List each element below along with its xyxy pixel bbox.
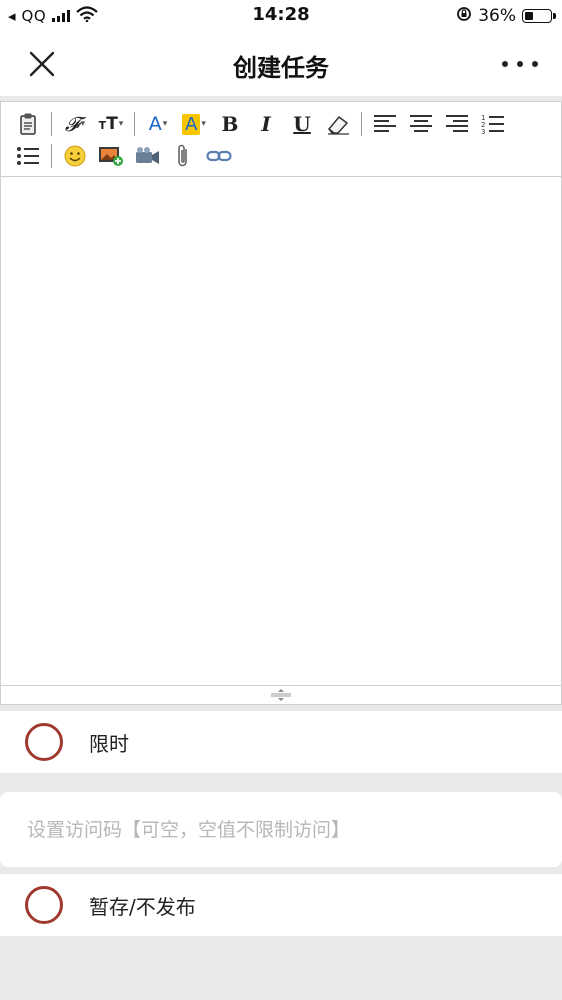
dropdown-caret-icon: ▾	[201, 119, 206, 129]
svg-text:3: 3	[481, 128, 485, 135]
time-limit-radio[interactable]	[25, 723, 63, 761]
align-right-icon	[446, 115, 468, 132]
image-icon	[99, 147, 123, 166]
nav-header: 创建任务	[0, 32, 562, 96]
dropdown-caret-icon: ▾	[80, 119, 86, 129]
highlight-button[interactable]: A ▾	[179, 110, 209, 138]
link-icon	[206, 150, 232, 162]
attachment-button[interactable]	[168, 142, 198, 170]
underline-icon: U	[293, 112, 311, 136]
battery-icon	[522, 9, 556, 23]
font-color-icon: A	[148, 113, 162, 135]
status-right: 36%	[456, 5, 556, 27]
insert-link-button[interactable]	[204, 142, 234, 170]
editor-toolbar: 𝓕 ▾ TT ▾ A ▾ A ▾ B I U 1 2 3	[1, 102, 561, 177]
status-bar: ◂ QQ 14:28 36%	[0, 0, 562, 32]
paste-icon	[20, 113, 36, 135]
editor-resize-handle[interactable]	[1, 685, 561, 704]
toolbar-separator	[134, 112, 135, 136]
bullet-list-button[interactable]	[13, 142, 43, 170]
italic-button[interactable]: I	[251, 110, 281, 138]
close-button[interactable]	[26, 48, 58, 80]
bullet-list-icon	[17, 147, 39, 165]
dropdown-caret-icon: ▾	[162, 119, 168, 129]
align-center-button[interactable]	[406, 110, 436, 138]
insert-image-button[interactable]	[96, 142, 126, 170]
toolbar-separator	[361, 112, 362, 136]
access-code-container	[0, 792, 562, 867]
eraser-icon	[328, 115, 349, 135]
access-code-input[interactable]	[0, 792, 562, 867]
more-options-button[interactable]	[502, 52, 538, 76]
draft-radio[interactable]	[25, 886, 63, 924]
emoji-button[interactable]	[60, 142, 90, 170]
time-limit-label: 限时	[89, 731, 129, 756]
rotation-lock-icon	[456, 6, 472, 27]
ordered-list-icon: 1 2 3	[481, 114, 504, 135]
toolbar-separator	[51, 144, 52, 168]
more-dot-icon	[502, 61, 508, 67]
ordered-list-button[interactable]: 1 2 3	[478, 110, 508, 138]
insert-video-button[interactable]	[132, 142, 162, 170]
battery-percent: 36%	[478, 6, 516, 26]
bold-button[interactable]: B	[215, 110, 245, 138]
bold-icon: B	[221, 112, 239, 136]
font-size-button[interactable]: TT ▾	[96, 110, 126, 138]
page-title: 创建任务	[233, 54, 329, 82]
resize-grip-icon	[271, 689, 291, 701]
font-size-icon: TT	[98, 114, 118, 134]
toolbar-row-1: 𝓕 ▾ TT ▾ A ▾ A ▾ B I U 1 2 3	[13, 108, 551, 140]
battery-level	[525, 12, 533, 20]
editor-content-area[interactable]	[1, 177, 561, 685]
highlight-icon: A	[182, 113, 201, 135]
align-left-icon	[374, 115, 396, 132]
dropdown-caret-icon: ▾	[118, 119, 124, 129]
underline-button[interactable]: U	[287, 110, 317, 138]
time-limit-row[interactable]: 限时	[0, 711, 562, 773]
toolbar-separator	[51, 112, 52, 136]
video-icon	[136, 147, 159, 164]
rich-text-editor: 𝓕 ▾ TT ▾ A ▾ A ▾ B I U 1 2 3	[0, 101, 562, 705]
emoji-icon	[64, 145, 86, 167]
attachment-icon	[178, 144, 187, 167]
italic-icon: I	[261, 112, 271, 136]
more-dot-icon	[532, 61, 538, 67]
eraser-button[interactable]	[323, 110, 353, 138]
draft-label: 暂存/不发布	[89, 894, 196, 919]
paste-button[interactable]	[13, 110, 43, 138]
font-color-button[interactable]: A ▾	[143, 110, 173, 138]
align-center-icon	[410, 115, 432, 132]
draft-row[interactable]: 暂存/不发布	[0, 874, 562, 936]
align-right-button[interactable]	[442, 110, 472, 138]
align-left-button[interactable]	[370, 110, 400, 138]
font-family-icon: 𝓕	[64, 112, 80, 136]
toolbar-row-2	[13, 140, 551, 172]
close-icon	[29, 51, 55, 77]
font-family-button[interactable]: 𝓕 ▾	[60, 110, 90, 138]
more-dot-icon	[517, 61, 523, 67]
